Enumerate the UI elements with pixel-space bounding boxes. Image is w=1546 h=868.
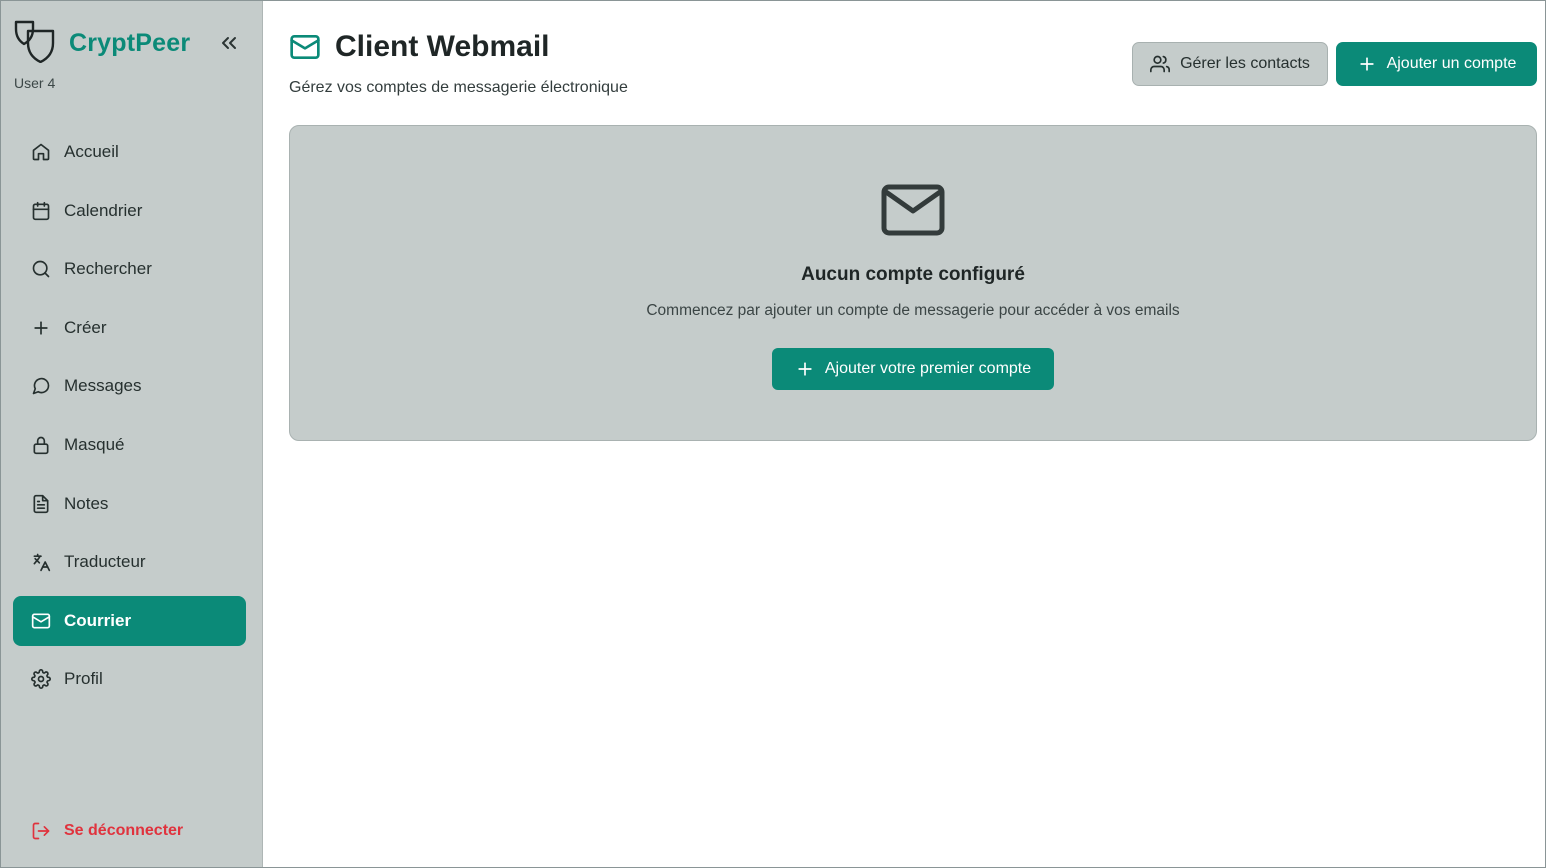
plus-icon: [1359, 57, 1374, 71]
sidebar-item-creer[interactable]: Créer: [13, 303, 246, 353]
sidebar-item-courrier[interactable]: Courrier: [13, 595, 246, 646]
message-circle-icon: [32, 378, 50, 395]
sidebar-item-traducteur[interactable]: Traducteur: [13, 537, 246, 587]
sidebar: CryptPeer User 4 Accueil Calendrier Rech…: [1, 1, 263, 867]
sidebar-item-label: Accueil: [64, 142, 119, 161]
sidebar-item-label: Messages: [64, 376, 142, 396]
sidebar-item-label: Créer: [64, 317, 107, 337]
mail-icon: [31, 613, 51, 629]
users-icon: [1150, 55, 1171, 73]
search-icon: [32, 260, 50, 278]
logout-button[interactable]: Se déconnecter: [31, 821, 183, 841]
sidebar-item-label: Traducteur: [64, 552, 146, 572]
manage-contacts-button[interactable]: Gérer les contacts: [1132, 42, 1328, 86]
home-icon: [32, 143, 50, 161]
sidebar-item-masque[interactable]: Masqué: [13, 420, 246, 470]
shield-logo-icon: [13, 19, 57, 68]
sidebar-item-accueil[interactable]: Accueil: [13, 127, 246, 177]
page-header: Client Webmail: [289, 30, 549, 64]
sidebar-item-rechercher[interactable]: Rechercher: [13, 244, 246, 294]
sidebar-item-label: Calendrier: [64, 200, 143, 220]
add-first-account-label: Ajouter votre premier compte: [824, 360, 1032, 377]
page-subtitle: Gérez vos comptes de messagerie électron…: [289, 79, 628, 96]
manage-contacts-label: Gérer les contacts: [1180, 55, 1310, 72]
file-text-icon: [33, 494, 49, 513]
brand-name: CryptPeer: [69, 29, 191, 57]
calendar-icon: [32, 201, 50, 220]
sidebar-item-notes[interactable]: Notes: [13, 479, 246, 529]
sidebar-item-label: Courrier: [64, 610, 132, 630]
empty-state-title: Aucun compte configuré: [801, 264, 1025, 285]
page-title: Client Webmail: [335, 30, 550, 63]
sidebar-item-label: Notes: [64, 493, 109, 513]
main-content: Client Webmail Gérez vos comptes de mess…: [264, 0, 1546, 868]
add-account-button[interactable]: Ajouter un compte: [1336, 42, 1537, 86]
sidebar-item-label: Profil: [64, 669, 103, 689]
sidebar-nav: Accueil Calendrier Rechercher Créer Mess…: [13, 127, 246, 713]
sidebar-item-profil[interactable]: Profil: [13, 654, 246, 704]
settings-icon: [31, 669, 51, 690]
empty-state-card: Aucun compte configuré Commencez par ajo…: [289, 125, 1537, 441]
lock-icon: [33, 436, 49, 455]
add-first-account-button[interactable]: Ajouter votre premier compte: [772, 348, 1054, 390]
sidebar-item-calendrier[interactable]: Calendrier: [13, 186, 246, 236]
mail-icon: [880, 183, 946, 244]
mail-icon: [290, 35, 320, 59]
log-out-icon: [32, 822, 50, 840]
sidebar-item-messages[interactable]: Messages: [13, 361, 246, 411]
logout-label: Se déconnecter: [64, 822, 184, 839]
languages-icon: [33, 553, 51, 572]
plus-icon: [798, 362, 812, 376]
chevrons-left-icon[interactable]: [217, 31, 241, 55]
empty-state-description: Commencez par ajouter un compte de messa…: [646, 302, 1180, 319]
user-name: User 4: [14, 75, 56, 91]
add-account-label: Ajouter un compte: [1386, 55, 1517, 72]
brand: CryptPeer: [13, 19, 190, 68]
sidebar-item-label: Masqué: [64, 434, 125, 454]
plus-icon: [34, 321, 48, 335]
sidebar-item-label: Rechercher: [64, 259, 152, 279]
